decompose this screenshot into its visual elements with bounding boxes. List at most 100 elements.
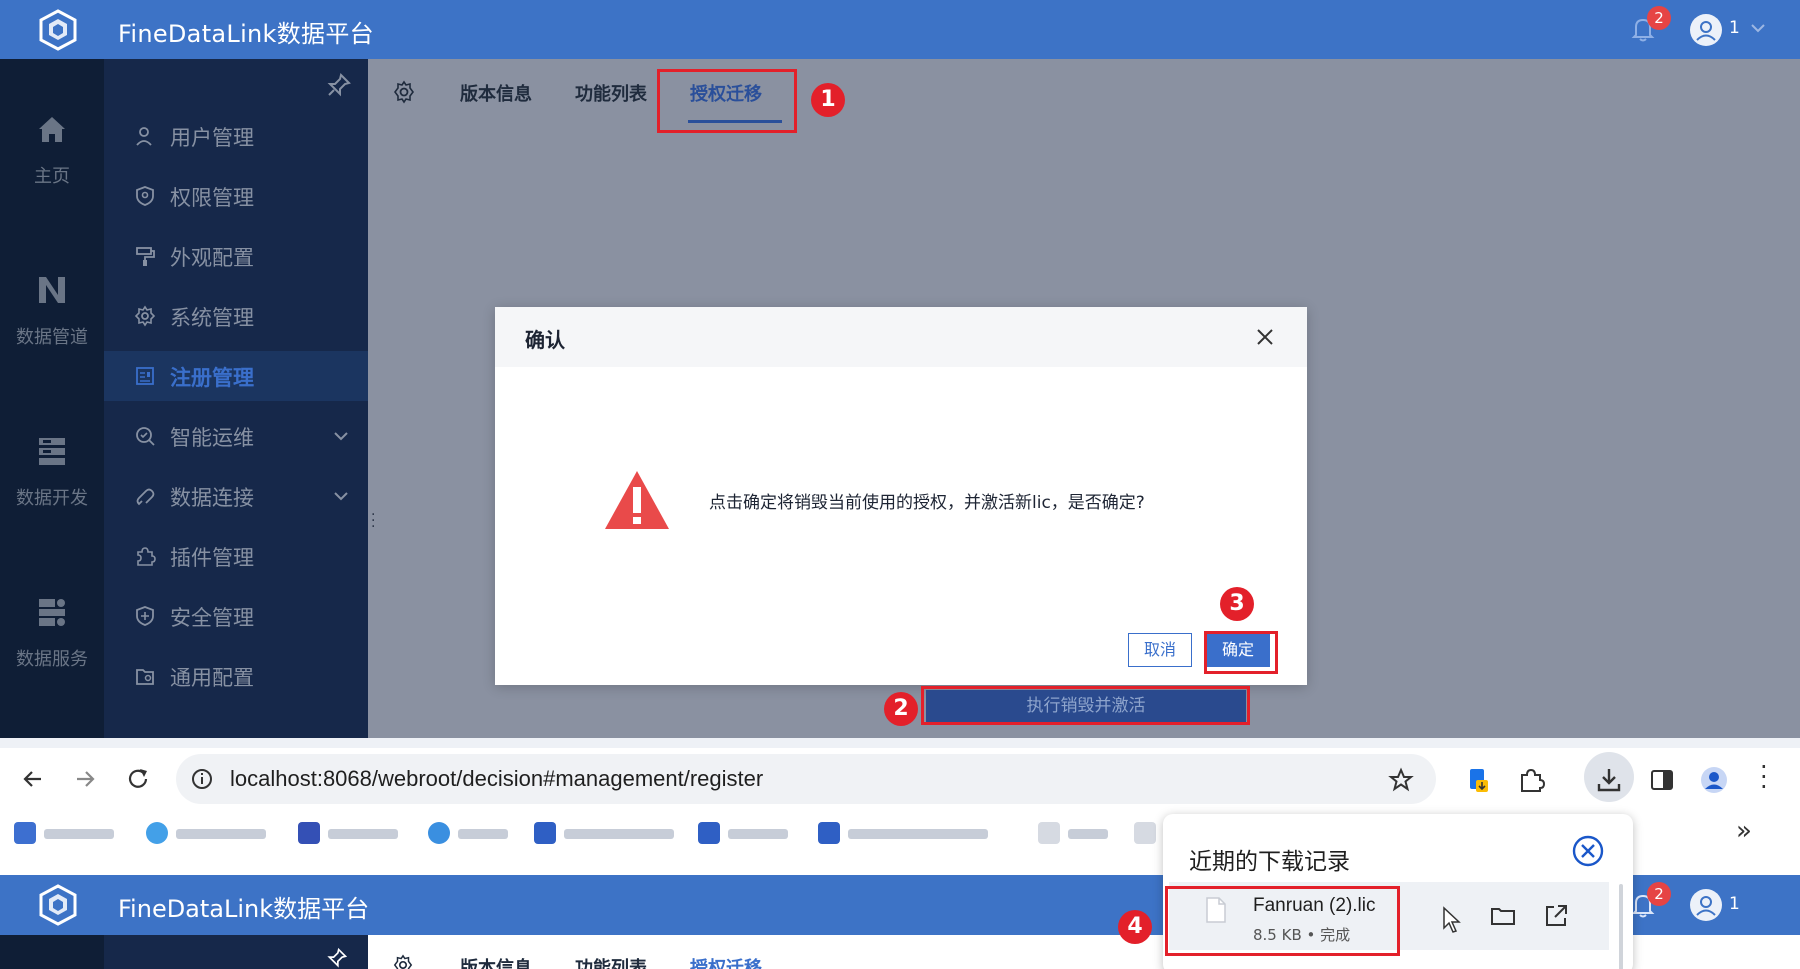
rail-item-dev[interactable]: 数据开发	[0, 434, 104, 510]
user-avatar[interactable]	[1690, 14, 1722, 46]
app-logo-icon	[39, 9, 77, 51]
profile-icon[interactable]	[1700, 766, 1728, 794]
highlight-box-tab	[657, 69, 797, 133]
plugin-icon	[137, 547, 156, 566]
close-circle-icon[interactable]	[1571, 834, 1605, 868]
app-title: FineDataLink数据平台	[118, 20, 374, 48]
chevron-down-icon[interactable]	[1748, 18, 1768, 38]
rail-item-service[interactable]: 数据服务	[0, 595, 104, 671]
kebab-menu-icon[interactable]: · · ·	[1760, 755, 1768, 799]
chevron-down-icon[interactable]	[330, 485, 352, 507]
menu-item-appearance-config[interactable]: 外观配置	[104, 231, 368, 281]
tab-version-info[interactable]: 版本信息	[460, 80, 532, 106]
forward-arrow-icon[interactable]	[72, 766, 98, 792]
bookmark-item[interactable]	[298, 822, 408, 844]
tab-version-info[interactable]: 版本信息	[460, 954, 532, 969]
browser-tab-strip	[0, 738, 1800, 748]
bookmarks-overflow-icon[interactable]: »	[1736, 816, 1752, 846]
bookmark-item[interactable]	[534, 822, 684, 844]
menu-item-label: 注册管理	[170, 366, 254, 390]
config-icon	[136, 669, 154, 685]
warning-icon	[605, 471, 669, 529]
rail-item-home[interactable]: 主页	[0, 112, 104, 188]
dialog-header	[495, 307, 1307, 367]
gear-icon[interactable]	[392, 80, 416, 104]
shield-icon	[136, 606, 154, 626]
dev-icon	[39, 438, 65, 465]
highlight-box-download	[1165, 886, 1400, 956]
downloads-title: 近期的下载记录	[1189, 849, 1350, 875]
close-icon[interactable]	[1253, 325, 1277, 349]
menu-item-plugin-management[interactable]: 插件管理	[104, 531, 368, 581]
highlight-box-confirm	[1204, 631, 1278, 674]
dialog-title: 确认	[525, 328, 565, 352]
back-arrow-icon[interactable]	[20, 766, 46, 792]
chevron-down-icon[interactable]	[330, 425, 352, 447]
menu-item-user-management[interactable]: 用户管理	[104, 111, 368, 161]
menu-item-system-management[interactable]: 系统管理	[104, 291, 368, 341]
tab-license-migration[interactable]: 授权迁移	[690, 954, 762, 969]
dialog-message: 点击确定将销毁当前使用的授权，并激活新lic，是否确定?	[709, 493, 1145, 513]
download-icon[interactable]	[1595, 766, 1623, 794]
open-external-icon[interactable]	[1542, 902, 1570, 930]
tab-feature-list[interactable]: 功能列表	[575, 80, 647, 106]
side-panel-icon[interactable]	[1648, 766, 1676, 794]
drag-handle[interactable]: · · ·	[371, 508, 375, 534]
step-badge-1: 1	[811, 83, 845, 117]
paint-icon	[136, 247, 155, 266]
extension-download-icon[interactable]	[1464, 766, 1492, 794]
bookmark-item[interactable]	[428, 822, 518, 844]
pin-icon[interactable]	[326, 72, 352, 98]
popup-scrollbar[interactable]	[1619, 884, 1623, 969]
left-rail-secondary	[0, 935, 104, 969]
rail-item-label: 数据管道	[16, 327, 88, 348]
menu-item-security-management[interactable]: 安全管理	[104, 591, 368, 641]
tab-feature-list[interactable]: 功能列表	[575, 954, 647, 969]
ops-icon	[136, 427, 155, 446]
bookmark-folder[interactable]	[1134, 822, 1158, 844]
bookmark-item[interactable]	[698, 822, 798, 844]
bookmark-item[interactable]	[146, 822, 276, 844]
menu-item-data-connection[interactable]: 数据连接	[104, 471, 368, 521]
menu-item-label: 用户管理	[170, 126, 254, 150]
url-text: localhost:8068/webroot/decision#manageme…	[230, 766, 764, 791]
step-badge-4: 4	[1118, 910, 1152, 944]
menu-item-label: 外观配置	[170, 246, 254, 270]
step-badge-3: 3	[1220, 587, 1254, 621]
service-icon	[39, 599, 65, 626]
menu-panel-secondary	[104, 935, 368, 969]
highlight-box-execute	[921, 686, 1250, 725]
reload-icon[interactable]	[125, 766, 151, 792]
address-bar[interactable]: localhost:8068/webroot/decision#manageme…	[176, 754, 1436, 804]
show-in-folder-icon[interactable]	[1489, 902, 1517, 930]
user-icon	[136, 127, 152, 146]
browser-screenshot-bottom: localhost:8068/webroot/decision#manageme…	[0, 738, 1800, 969]
gear-icon[interactable]	[392, 954, 414, 969]
menu-item-label: 插件管理	[170, 546, 254, 570]
site-info-icon[interactable]	[190, 767, 214, 791]
notification-badge: 2	[1647, 6, 1671, 30]
menu-item-label: 安全管理	[170, 606, 254, 630]
menu-item-general-config[interactable]: 通用配置	[104, 651, 368, 701]
user-avatar[interactable]	[1690, 889, 1722, 921]
link-icon	[136, 488, 155, 506]
bookmark-item[interactable]	[14, 822, 124, 844]
app-title-secondary: FineDataLink数据平台	[118, 895, 370, 923]
gear-icon	[134, 305, 156, 327]
user-label: 1	[1729, 894, 1740, 914]
menu-item-register-management[interactable]: 注册管理	[104, 351, 368, 401]
app-logo-icon	[39, 884, 77, 926]
menu-item-intelligent-ops[interactable]: 智能运维	[104, 411, 368, 461]
register-icon	[136, 367, 154, 385]
menu-item-permission-management[interactable]: 权限管理	[104, 171, 368, 221]
rail-item-label: 数据服务	[16, 649, 88, 670]
menu-item-label: 权限管理	[170, 186, 254, 210]
bookmark-star-icon[interactable]	[1388, 767, 1414, 793]
rail-item-label: 主页	[34, 166, 70, 187]
cancel-button[interactable]: 取消	[1128, 633, 1192, 667]
extensions-puzzle-icon[interactable]	[1517, 766, 1545, 794]
pin-icon[interactable]	[326, 947, 348, 969]
bookmark-item[interactable]	[818, 822, 998, 844]
rail-item-pipeline[interactable]: 数据管道	[0, 273, 104, 349]
bookmark-folder[interactable]	[1038, 822, 1118, 844]
